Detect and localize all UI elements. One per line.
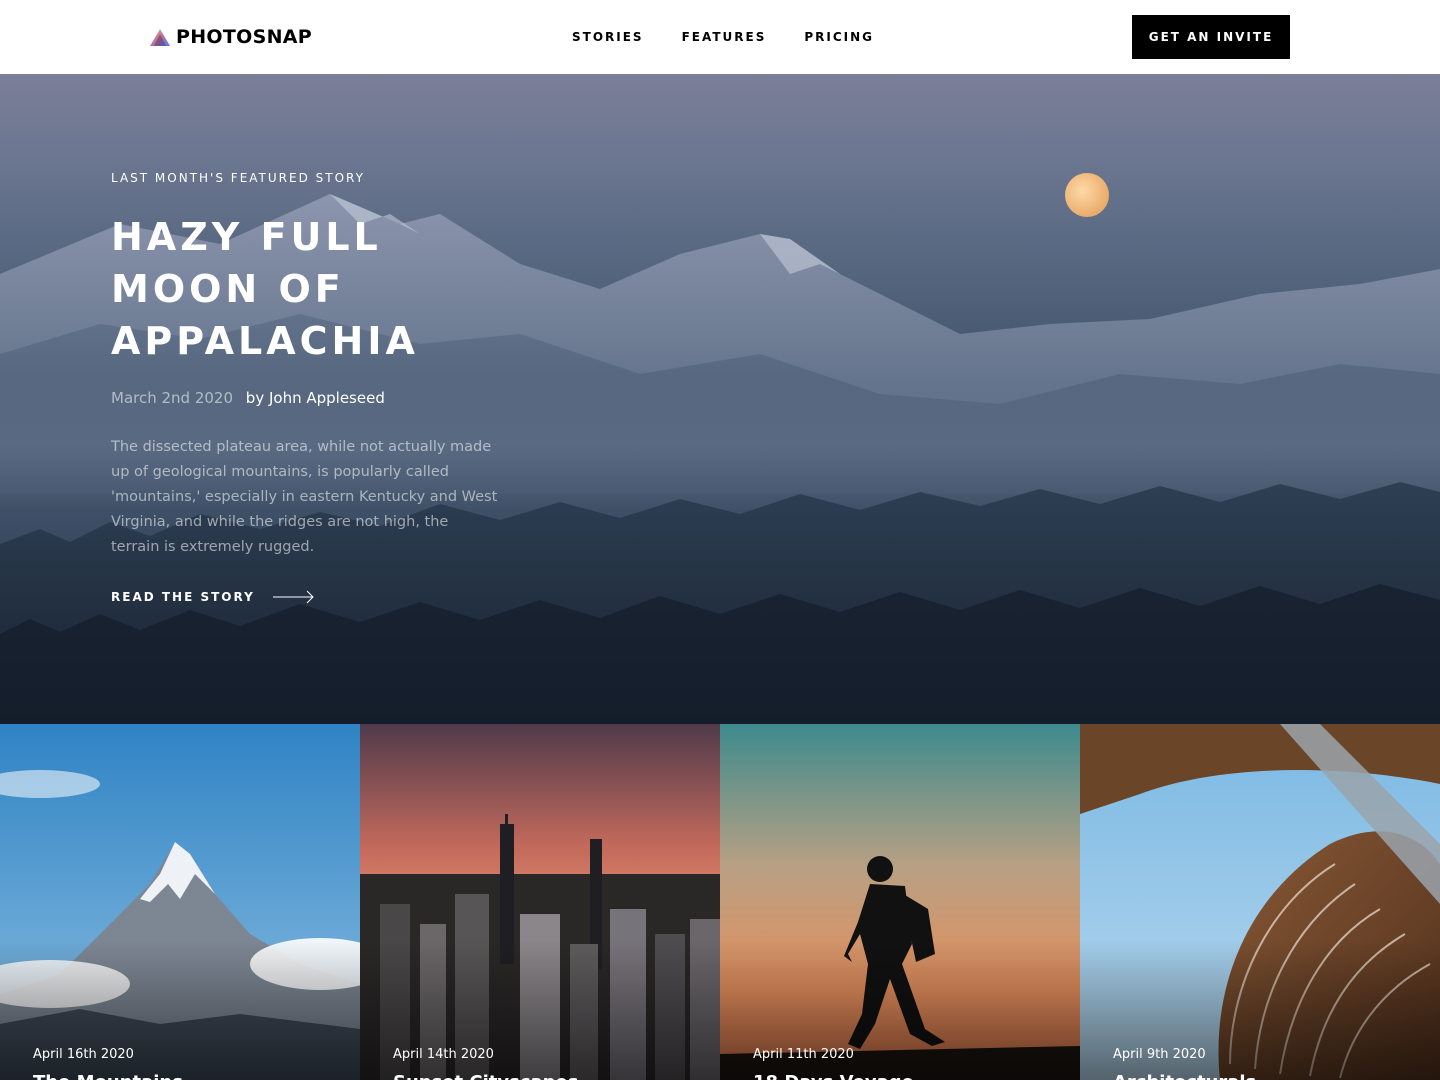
story-description: The dissected plateau area, while not ac… (111, 439, 498, 555)
card-date: April 11th 2020 (753, 1047, 854, 1062)
logo-triangle-icon (150, 28, 170, 46)
featured-story-hero: LAST MONTH'S FEATURED STORY HAZY FULL MO… (0, 74, 1440, 724)
story-card[interactable]: April 14th 2020 Sunset Cityscapes (360, 724, 720, 1080)
hero-title: HAZY FULL MOON OF APPALACHIA (111, 215, 419, 363)
story-card[interactable]: April 16th 2020 The Mountains (0, 724, 360, 1080)
card-title: The Mountains (33, 1072, 183, 1080)
site-header: PHOTOSNAP STORIES FEATURES PRICING GET A… (0, 0, 1440, 74)
nav-features[interactable]: FEATURES (682, 30, 767, 44)
story-cards: April 16th 2020 The Mountains (0, 724, 1440, 1080)
logo[interactable]: PHOTOSNAP (150, 26, 312, 48)
card-title: 18 Days Voyage (753, 1072, 914, 1080)
story-author[interactable]: by John Appleseed (246, 389, 385, 407)
story-card[interactable]: April 9th 2020 Architecturals (1080, 724, 1440, 1080)
main-nav: STORIES FEATURES PRICING (572, 30, 912, 44)
read-story-link[interactable]: READ THE STORY (111, 590, 511, 604)
story-meta: March 2nd 2020 by John Appleseed (111, 389, 511, 407)
card-title: Architecturals (1113, 1072, 1256, 1080)
card-date: April 16th 2020 (33, 1047, 134, 1062)
story-date: March 2nd 2020 (111, 389, 234, 407)
brand-name: PHOTOSNAP (176, 26, 313, 48)
featured-eyebrow: LAST MONTH'S FEATURED STORY (111, 171, 365, 185)
get-invite-button[interactable]: GET AN INVITE (1132, 15, 1290, 59)
card-date: April 9th 2020 (1113, 1047, 1206, 1062)
nav-stories[interactable]: STORIES (572, 30, 644, 44)
moon (1065, 173, 1109, 217)
nav-pricing[interactable]: PRICING (804, 30, 874, 44)
card-title: Sunset Cityscapes (393, 1072, 578, 1080)
read-story-label: READ THE STORY (111, 590, 255, 604)
arrow-right-icon (272, 590, 314, 604)
hero-content: LAST MONTH'S FEATURED STORY HAZY FULL MO… (111, 171, 511, 604)
story-card[interactable]: April 11th 2020 18 Days Voyage (720, 724, 1080, 1080)
card-date: April 14th 2020 (393, 1047, 494, 1062)
